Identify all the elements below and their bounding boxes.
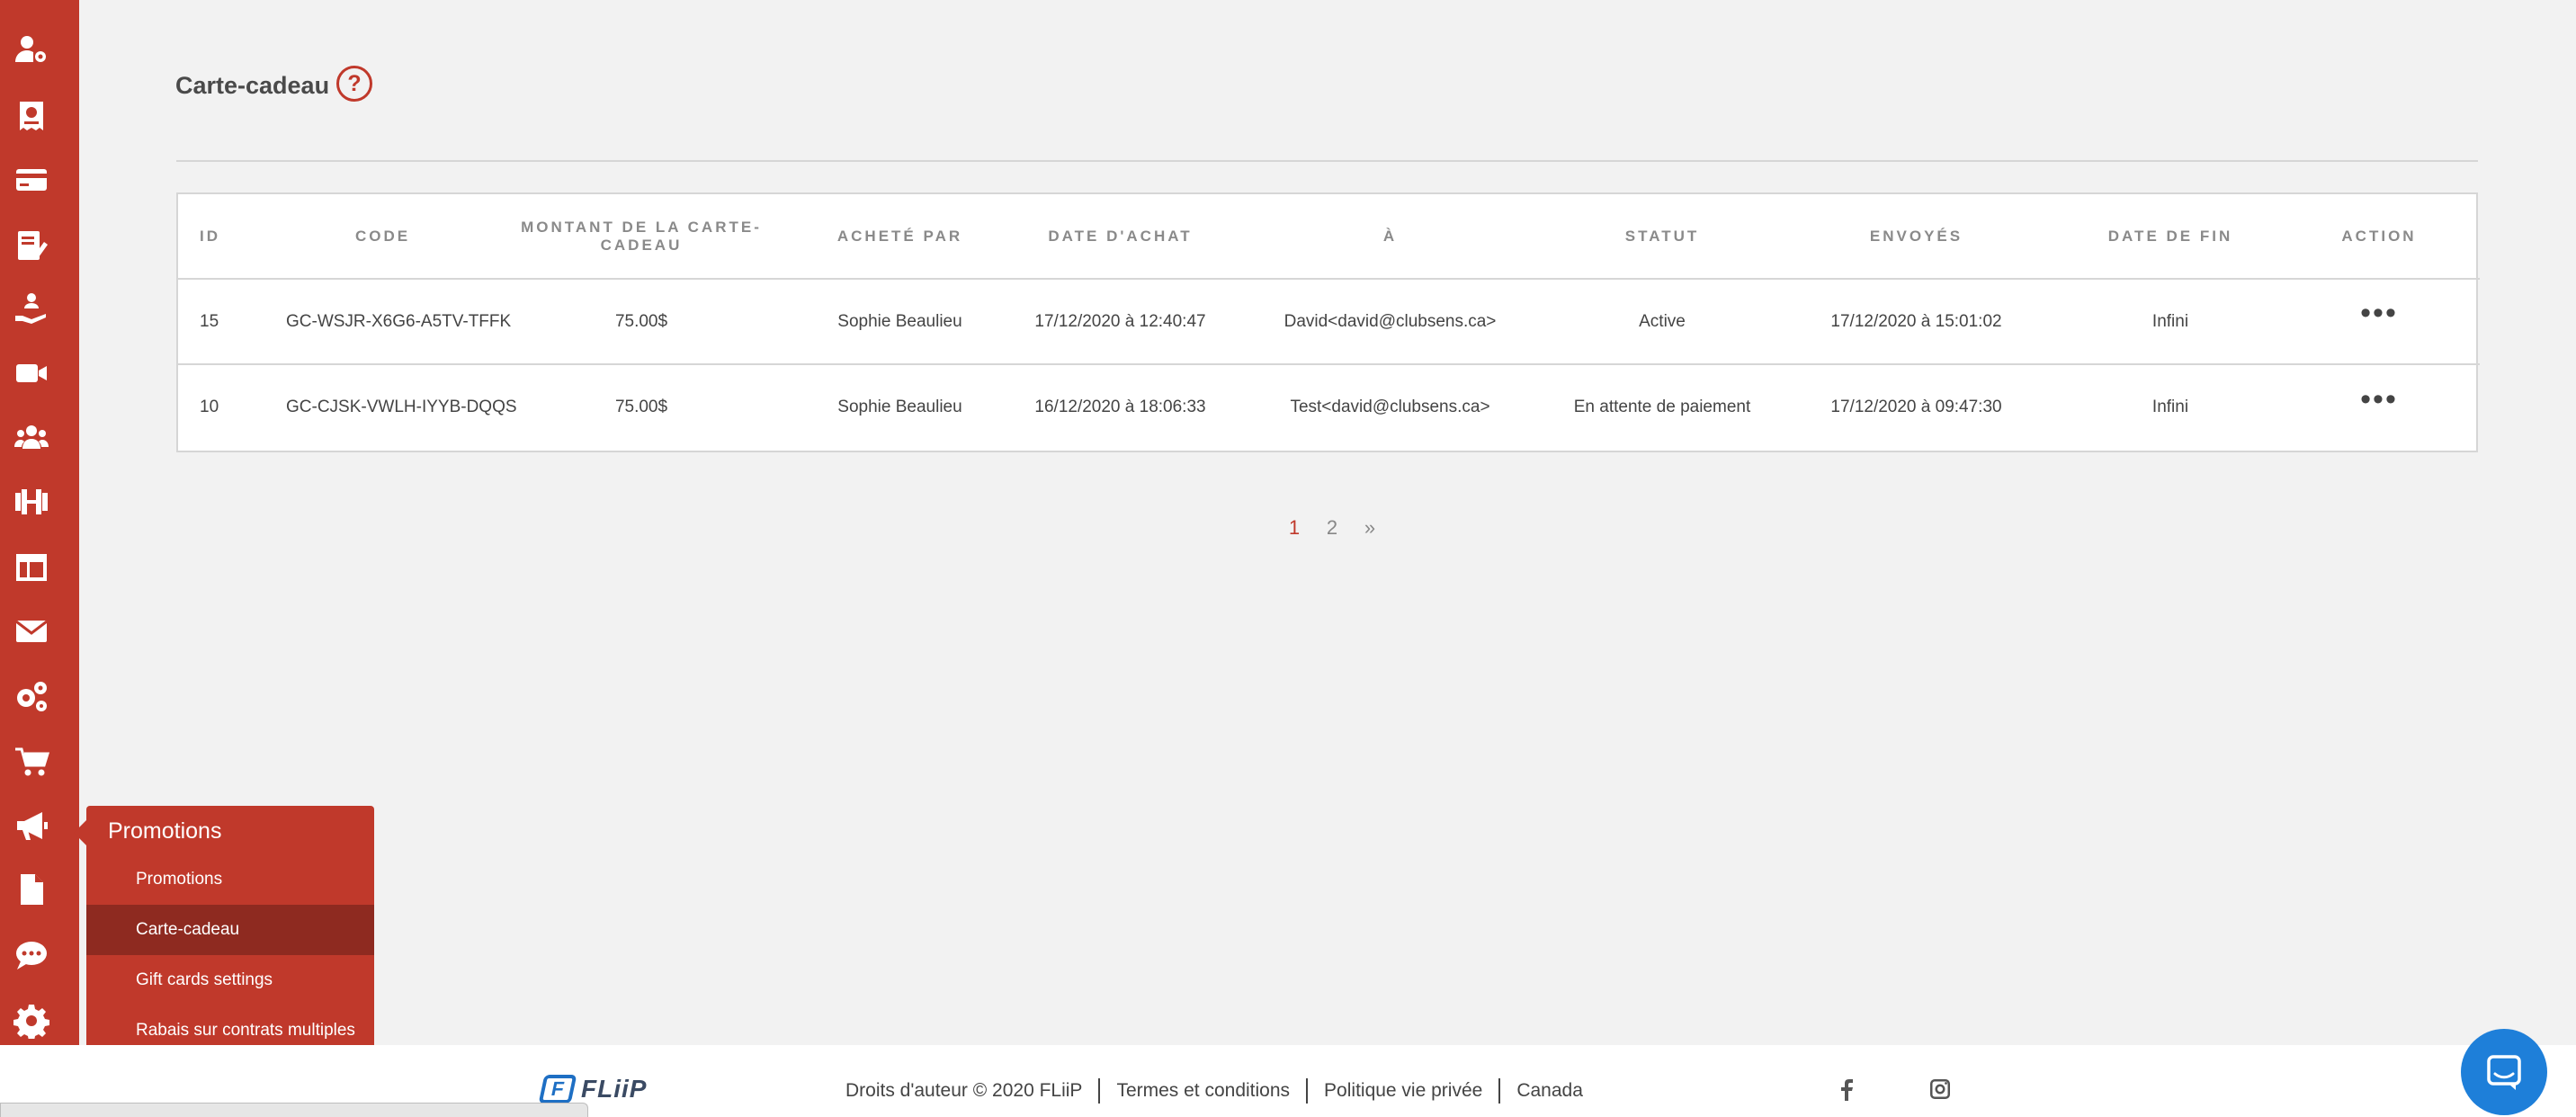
- footer-links: Droits d'auteur © 2020 FLiiP Termes et c…: [845, 1078, 1583, 1104]
- cell-code: GC-CJSK-VWLH-IYYB-DQQS: [268, 363, 517, 450]
- country-link[interactable]: Canada: [1516, 1080, 1583, 1102]
- cell-code: GC-WSJR-X6G6-A5TV-TFFK: [286, 311, 512, 331]
- help-icon[interactable]: ?: [336, 66, 372, 102]
- dumbbell-icon[interactable]: [13, 483, 50, 521]
- footer-separator: [1498, 1078, 1501, 1104]
- flyout-title: Promotions: [108, 818, 222, 844]
- cell-purchase-date: 16/12/2020 à 18:06:33: [1015, 363, 1226, 450]
- fliip-logo-mark: F: [538, 1075, 577, 1104]
- megaphone-icon[interactable]: [13, 807, 50, 844]
- cell-id: 15: [200, 311, 219, 331]
- gears-icon[interactable]: [13, 677, 50, 715]
- browser-status-bar: [0, 1103, 588, 1117]
- cell-amount: 75.00$: [614, 311, 668, 331]
- promotions-flyout-menu: Promotions Promotions Carte-cadeau Gift …: [74, 806, 374, 1058]
- fliip-logo-text: FLiiP: [581, 1075, 648, 1103]
- column-header-purchase-date[interactable]: DATE D'ACHAT: [1015, 194, 1226, 280]
- column-header-action: ACTION: [2278, 194, 2480, 280]
- table-header-row: ID CODE MONTANT DE LA CARTE-CADEAU ACHET…: [178, 194, 2480, 280]
- cell-recipient: Test<david@clubsens.ca>: [1226, 363, 1554, 450]
- hand-service-icon[interactable]: [13, 290, 50, 327]
- cell-status: En attente de paiement: [1554, 363, 1770, 450]
- table-row: 15 GC-WSJR-X6G6-A5TV-TFFK 75.00$ Sophie …: [178, 279, 2480, 364]
- column-header-amount[interactable]: MONTANT DE LA CARTE-CADEAU: [497, 194, 785, 280]
- page-link-2[interactable]: 2: [1313, 516, 1351, 540]
- users-group-icon[interactable]: [13, 419, 50, 457]
- chat-launcher-button[interactable]: [2461, 1029, 2547, 1115]
- column-header-code[interactable]: CODE: [268, 194, 497, 280]
- cell-sent: 17/12/2020 à 09:47:30: [1770, 363, 2062, 450]
- terms-link[interactable]: Termes et conditions: [1116, 1080, 1290, 1102]
- shopping-cart-icon[interactable]: [13, 743, 50, 781]
- column-header-sent[interactable]: ENVOYÉS: [1770, 194, 2062, 280]
- fliip-logo[interactable]: F FLiiP: [538, 1075, 648, 1104]
- invoice-icon[interactable]: [13, 97, 50, 135]
- privacy-link[interactable]: Politique vie privée: [1324, 1080, 1482, 1102]
- header-divider: [176, 160, 2478, 162]
- more-actions-icon[interactable]: •••: [2360, 298, 2398, 328]
- page-link-next[interactable]: »: [1351, 516, 1389, 540]
- footer-separator: [1306, 1078, 1309, 1104]
- page-title: Carte-cadeau: [175, 72, 330, 99]
- sidebar: [0, 0, 79, 1049]
- layout-icon[interactable]: [13, 549, 50, 586]
- cell-buyer: Sophie Beaulieu: [837, 311, 962, 331]
- copyright-text: Droits d'auteur © 2020 FLiiP: [845, 1080, 1083, 1101]
- credit-card-icon[interactable]: [13, 161, 50, 199]
- cell-buyer: Sophie Beaulieu: [785, 363, 1015, 450]
- flyout-item-carte-cadeau[interactable]: Carte-cadeau: [86, 905, 374, 955]
- instagram-icon[interactable]: [1927, 1076, 1954, 1103]
- table-row: 10 GC-CJSK-VWLH-IYYB-DQQS 75.00$ Sophie …: [178, 363, 2480, 450]
- column-header-recipient[interactable]: À: [1226, 194, 1554, 280]
- flyout-item-promotions[interactable]: Promotions: [86, 854, 374, 905]
- cell-sent: 17/12/2020 à 15:01:02: [1830, 311, 2002, 331]
- more-actions-icon[interactable]: •••: [2360, 384, 2398, 415]
- flyout-item-gift-cards-settings[interactable]: Gift cards settings: [86, 955, 374, 1005]
- cell-status: Active: [1639, 311, 1686, 331]
- video-camera-icon[interactable]: [13, 354, 50, 392]
- cell-purchase-date: 17/12/2020 à 12:40:47: [1034, 311, 1206, 331]
- settings-gear-icon[interactable]: [13, 1002, 50, 1040]
- cell-recipient: David<david@clubsens.ca>: [1284, 311, 1497, 331]
- cell-end-date: Infini: [2151, 311, 2189, 331]
- column-header-buyer[interactable]: ACHETÉ PAR: [785, 194, 1015, 280]
- cell-id: 10: [178, 363, 268, 450]
- footer-separator: [1098, 1078, 1101, 1104]
- page-link-current[interactable]: 1: [1275, 516, 1313, 540]
- cell-end-date: Infini: [2062, 363, 2278, 450]
- cell-action: •••: [2278, 279, 2480, 364]
- cell-amount: 75.00$: [497, 363, 785, 450]
- user-settings-icon[interactable]: [13, 31, 50, 68]
- facebook-icon[interactable]: [1833, 1076, 1860, 1103]
- envelope-icon[interactable]: [13, 612, 50, 650]
- column-header-end-date[interactable]: DATE DE FIN: [2062, 194, 2278, 280]
- file-icon[interactable]: [13, 871, 50, 908]
- gift-cards-table: ID CODE MONTANT DE LA CARTE-CADEAU ACHET…: [176, 192, 2480, 452]
- pagination: 1 2 »: [1275, 516, 1389, 540]
- column-header-status[interactable]: STATUT: [1554, 194, 1770, 280]
- chat-launcher-icon: [2487, 1055, 2521, 1090]
- column-header-id[interactable]: ID: [178, 194, 268, 280]
- chat-bubble-icon[interactable]: [13, 936, 50, 974]
- edit-document-icon[interactable]: [13, 227, 50, 264]
- cell-action: •••: [2278, 363, 2480, 450]
